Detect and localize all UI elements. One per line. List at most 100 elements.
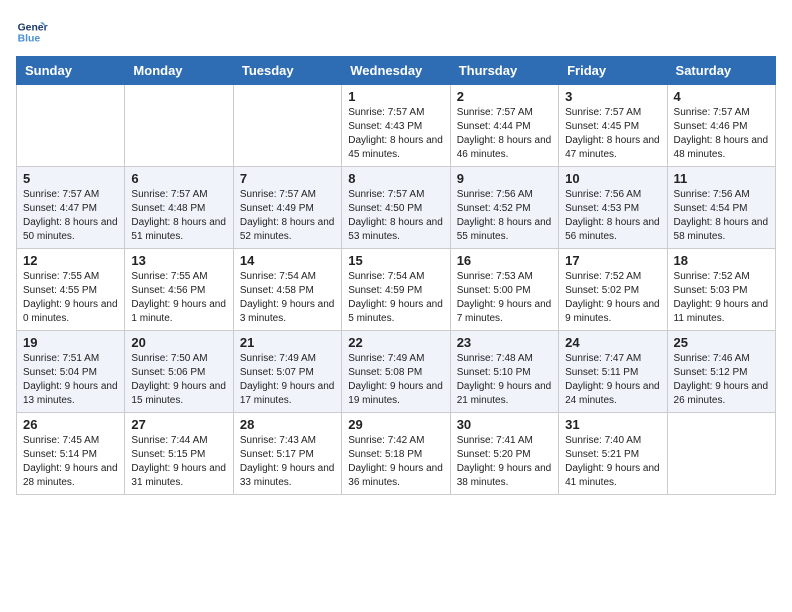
week-row-1: 1 Sunrise: 7:57 AM Sunset: 4:43 PM Daylig… [17,85,776,167]
calendar: SundayMondayTuesdayWednesdayThursdayFrid… [16,56,776,495]
day-number: 13 [131,253,226,268]
weekday-header-sunday: Sunday [17,57,125,85]
calendar-cell [17,85,125,167]
day-number: 4 [674,89,769,104]
calendar-cell: 26Sunrise: 7:45 AM Sunset: 5:14 PM Dayli… [17,413,125,495]
day-info: Sunrise: 7:46 AM Sunset: 5:12 PM Dayligh… [674,352,769,408]
calendar-cell: 9 Sunrise: 7:56 AM Sunset: 4:52 PM Daylig… [450,167,558,249]
calendar-cell: 8 Sunrise: 7:57 AM Sunset: 4:50 PM Daylig… [342,167,450,249]
day-info: Sunrise: 7:51 AM Sunset: 5:04 PM Dayligh… [23,352,118,408]
day-number: 2 [457,89,552,104]
calendar-cell: 13 Sunrise: 7:55 AM Sunset: 4:56 PM Dayli… [125,249,233,331]
calendar-cell [667,413,775,495]
calendar-cell: 28 Sunrise: 7:43 AM Sunset: 5:17 PM Dayli… [233,413,341,495]
day-info: Sunrise: 7:43 AM Sunset: 5:17 PM Dayligh… [240,434,335,490]
day-number: 24 [565,335,660,350]
calendar-cell: 27 Sunrise: 7:44 AM Sunset: 5:15 PM Dayli… [125,413,233,495]
calendar-cell: 16 Sunrise: 7:53 AM Sunset: 5:00 PM Dayli… [450,249,558,331]
day-info: Sunrise: 7:53 AM Sunset: 5:00 PM Dayligh… [457,270,552,326]
day-info: Sunrise: 7:57 AM Sunset: 4:47 PM Dayligh… [23,188,118,244]
calendar-cell: 1 Sunrise: 7:57 AM Sunset: 4:43 PM Daylig… [342,85,450,167]
logo-icon: General Blue [16,16,48,48]
day-number: 1 [348,89,443,104]
week-row-3: 12 Sunrise: 7:55 AM Sunset: 4:55 PM Dayli… [17,249,776,331]
calendar-cell: 21 Sunrise: 7:49 AM Sunset: 5:07 PM Dayli… [233,331,341,413]
day-info: Sunrise: 7:57 AM Sunset: 4:46 PM Dayligh… [674,106,769,162]
day-info: Sunrise: 7:57 AM Sunset: 4:44 PM Dayligh… [457,106,552,162]
weekday-header-thursday: Thursday [450,57,558,85]
calendar-cell: 20 Sunrise: 7:50 AM Sunset: 5:06 PM Dayli… [125,331,233,413]
day-number: 21 [240,335,335,350]
day-number: 7 [240,171,335,186]
svg-text:Blue: Blue [18,34,41,45]
day-number: 16 [457,253,552,268]
day-info: Sunrise: 7:57 AM Sunset: 4:48 PM Dayligh… [131,188,226,244]
calendar-cell: 17 Sunrise: 7:52 AM Sunset: 5:02 PM Dayli… [559,249,667,331]
calendar-cell: 10 Sunrise: 7:56 AM Sunset: 4:53 PM Dayli… [559,167,667,249]
day-number: 6 [131,171,226,186]
weekday-header-tuesday: Tuesday [233,57,341,85]
day-number: 8 [348,171,443,186]
calendar-cell: 23Sunrise: 7:48 AM Sunset: 5:10 PM Dayli… [450,331,558,413]
day-number: 9 [457,171,552,186]
day-info: Sunrise: 7:56 AM Sunset: 4:52 PM Dayligh… [457,188,552,244]
calendar-cell: 4 Sunrise: 7:57 AM Sunset: 4:46 PM Daylig… [667,85,775,167]
day-info: Sunrise: 7:44 AM Sunset: 5:15 PM Dayligh… [131,434,226,490]
calendar-cell: 29 Sunrise: 7:42 AM Sunset: 5:18 PM Dayli… [342,413,450,495]
day-info: Sunrise: 7:49 AM Sunset: 5:07 PM Dayligh… [240,352,335,408]
calendar-cell: 11 Sunrise: 7:56 AM Sunset: 4:54 PM Dayli… [667,167,775,249]
day-number: 25 [674,335,769,350]
calendar-cell [233,85,341,167]
day-number: 5 [23,171,118,186]
day-number: 20 [131,335,226,350]
day-number: 26 [23,417,118,432]
calendar-cell: 6 Sunrise: 7:57 AM Sunset: 4:48 PM Daylig… [125,167,233,249]
calendar-cell: 5 Sunrise: 7:57 AM Sunset: 4:47 PM Daylig… [17,167,125,249]
day-number: 10 [565,171,660,186]
day-info: Sunrise: 7:47 AM Sunset: 5:11 PM Dayligh… [565,352,660,408]
day-number: 17 [565,253,660,268]
day-number: 11 [674,171,769,186]
calendar-cell: 24 Sunrise: 7:47 AM Sunset: 5:11 PM Dayli… [559,331,667,413]
day-number: 27 [131,417,226,432]
day-info: Sunrise: 7:52 AM Sunset: 5:03 PM Dayligh… [674,270,769,326]
day-info: Sunrise: 7:52 AM Sunset: 5:02 PM Dayligh… [565,270,660,326]
calendar-cell: 7Sunrise: 7:57 AM Sunset: 4:49 PM Daylig… [233,167,341,249]
calendar-cell: 25 Sunrise: 7:46 AM Sunset: 5:12 PM Dayli… [667,331,775,413]
calendar-cell: 19 Sunrise: 7:51 AM Sunset: 5:04 PM Dayli… [17,331,125,413]
day-number: 22 [348,335,443,350]
day-number: 15 [348,253,443,268]
day-info: Sunrise: 7:57 AM Sunset: 4:50 PM Dayligh… [348,188,443,244]
calendar-cell: 30Sunrise: 7:41 AM Sunset: 5:20 PM Dayli… [450,413,558,495]
day-info: Sunrise: 7:54 AM Sunset: 4:59 PM Dayligh… [348,270,443,326]
calendar-cell: 2 Sunrise: 7:57 AM Sunset: 4:44 PM Daylig… [450,85,558,167]
day-number: 12 [23,253,118,268]
day-info: Sunrise: 7:56 AM Sunset: 4:54 PM Dayligh… [674,188,769,244]
weekday-header-row: SundayMondayTuesdayWednesdayThursdayFrid… [17,57,776,85]
day-number: 14 [240,253,335,268]
day-info: Sunrise: 7:42 AM Sunset: 5:18 PM Dayligh… [348,434,443,490]
weekday-header-wednesday: Wednesday [342,57,450,85]
day-info: Sunrise: 7:41 AM Sunset: 5:20 PM Dayligh… [457,434,552,490]
week-row-5: 26Sunrise: 7:45 AM Sunset: 5:14 PM Dayli… [17,413,776,495]
logo: General Blue [16,16,48,48]
calendar-cell [125,85,233,167]
day-info: Sunrise: 7:57 AM Sunset: 4:43 PM Dayligh… [348,106,443,162]
day-number: 31 [565,417,660,432]
calendar-cell: 18Sunrise: 7:52 AM Sunset: 5:03 PM Dayli… [667,249,775,331]
day-info: Sunrise: 7:56 AM Sunset: 4:53 PM Dayligh… [565,188,660,244]
week-row-2: 5 Sunrise: 7:57 AM Sunset: 4:47 PM Daylig… [17,167,776,249]
day-number: 3 [565,89,660,104]
day-info: Sunrise: 7:55 AM Sunset: 4:56 PM Dayligh… [131,270,226,326]
day-number: 28 [240,417,335,432]
page-header: General Blue [16,16,776,48]
day-number: 29 [348,417,443,432]
day-info: Sunrise: 7:50 AM Sunset: 5:06 PM Dayligh… [131,352,226,408]
day-number: 19 [23,335,118,350]
day-info: Sunrise: 7:55 AM Sunset: 4:55 PM Dayligh… [23,270,118,326]
weekday-header-saturday: Saturday [667,57,775,85]
weekday-header-friday: Friday [559,57,667,85]
day-number: 23 [457,335,552,350]
day-info: Sunrise: 7:57 AM Sunset: 4:45 PM Dayligh… [565,106,660,162]
calendar-cell: 14Sunrise: 7:54 AM Sunset: 4:58 PM Dayli… [233,249,341,331]
